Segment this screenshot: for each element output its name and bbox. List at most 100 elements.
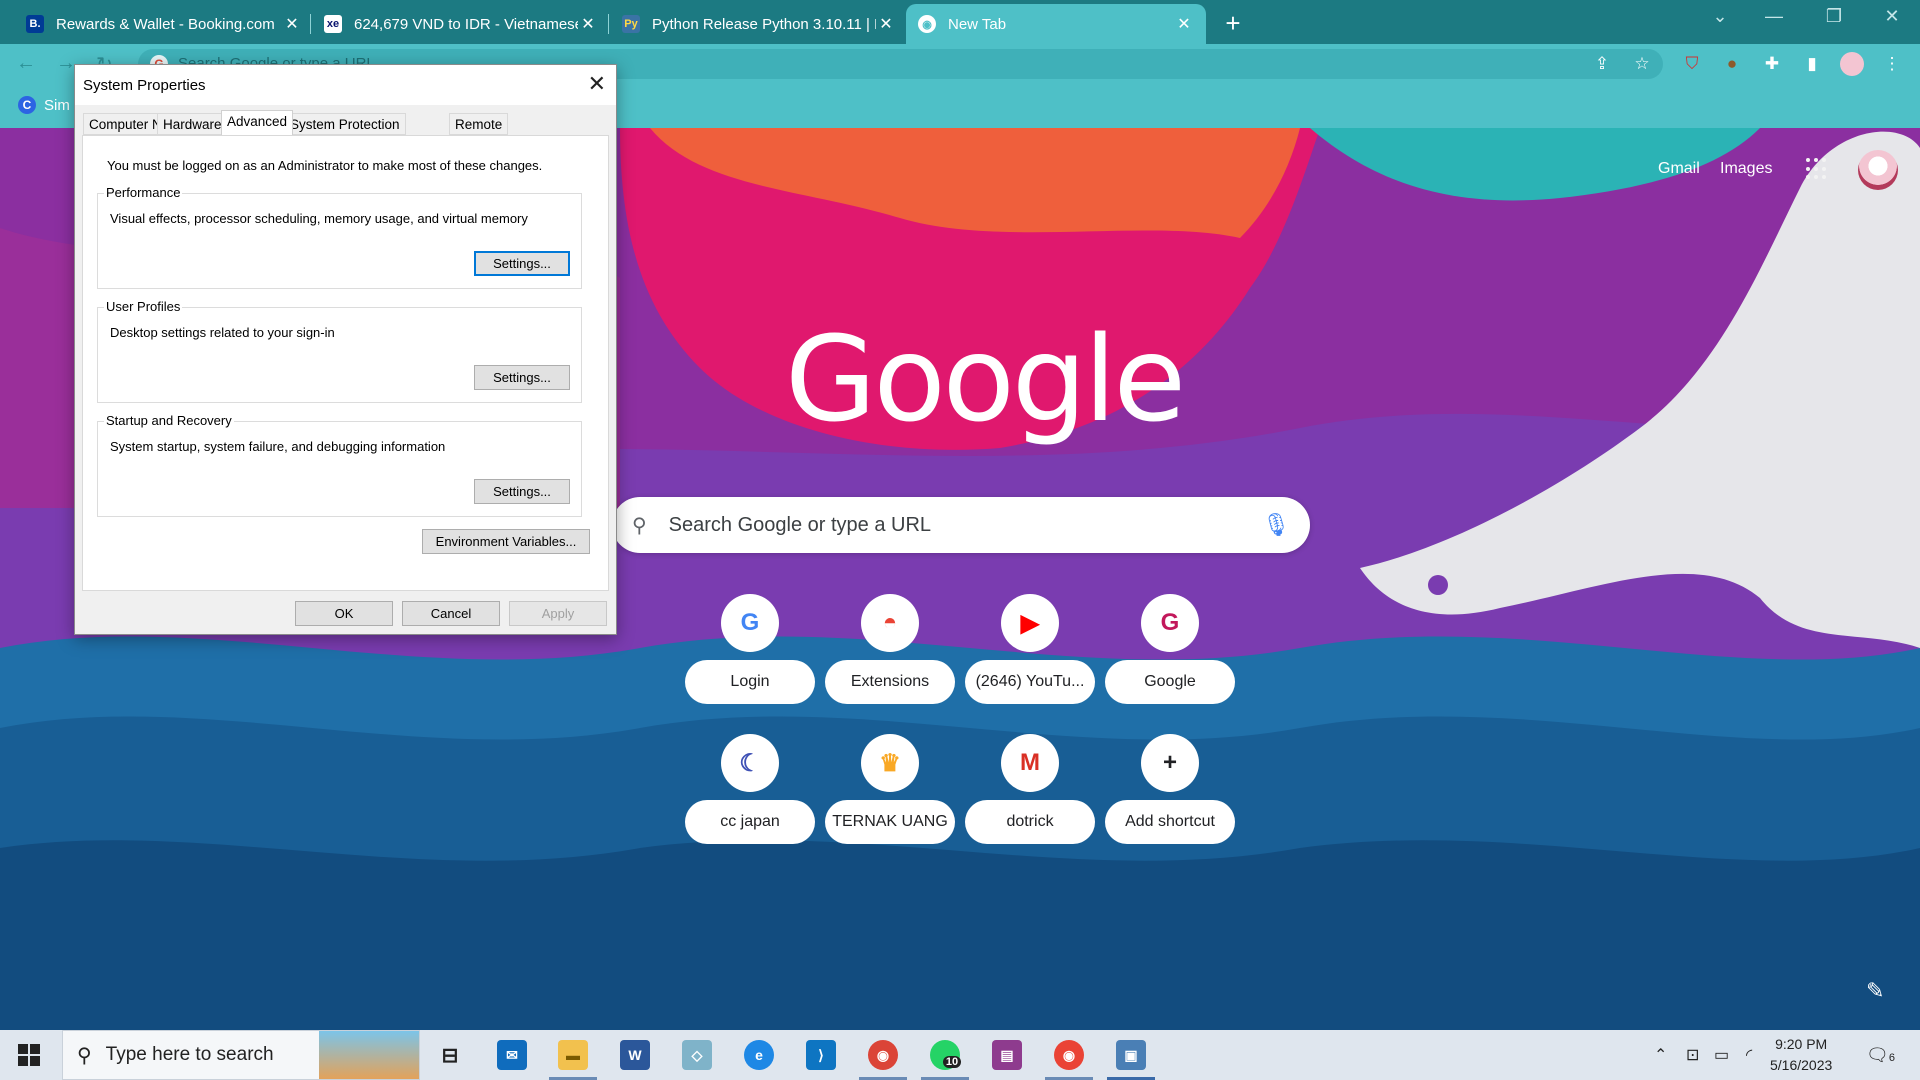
tab-title: Python Release Python 3.10.11 | P [652, 15, 876, 33]
minimize-icon[interactable]: — [1754, 6, 1794, 27]
microphone-icon[interactable]: 🎙 [1262, 512, 1290, 538]
clock[interactable]: 9:20 PM 5/16/2023 [1770, 1034, 1832, 1076]
dialog-title: System Properties [75, 65, 616, 105]
group-legend: User Profiles [104, 299, 183, 314]
python-icon: Py [622, 15, 640, 33]
maximize-icon[interactable]: ❐ [1814, 6, 1854, 27]
tab-new-tab[interactable]: ◉ New Tab ✕ [906, 4, 1206, 44]
shortcut-tile[interactable]: G Google [1105, 594, 1235, 714]
close-icon[interactable]: ✕ [1174, 14, 1194, 34]
bookmark-star-icon[interactable]: ☆ [1630, 52, 1654, 76]
show-hidden-icons[interactable]: ⌃ [1654, 1045, 1667, 1065]
new-tab-button[interactable]: + [1218, 8, 1248, 39]
cancel-button[interactable]: Cancel [402, 601, 500, 626]
tab-search-icon[interactable]: ⌄ [1700, 6, 1740, 27]
battery-icon[interactable]: ▭ [1714, 1045, 1729, 1065]
file-explorer-icon[interactable]: ▬ [558, 1040, 588, 1070]
shortcut-label: Google [1105, 660, 1235, 704]
forward-icon[interactable]: → [56, 52, 76, 75]
side-panel-icon[interactable]: ▮ [1800, 52, 1824, 76]
group-description: System startup, system failure, and debu… [110, 439, 446, 454]
tab-hardware[interactable]: Hardware [157, 113, 228, 135]
system-properties-dialog: System Properties ✕ Computer Name Hardwa… [74, 64, 617, 635]
whatsapp-icon[interactable]: 10 [930, 1040, 962, 1070]
ok-button[interactable]: OK [295, 601, 393, 626]
winrar-icon[interactable]: ▤ [992, 1040, 1022, 1070]
adblock-extension-icon[interactable]: ⛉ [1680, 52, 1704, 76]
tab-booking[interactable]: B. Rewards & Wallet - Booking.com ✕ [14, 4, 314, 44]
tab-advanced[interactable]: Advanced [221, 110, 294, 136]
wifi-icon[interactable]: ◜ [1746, 1045, 1752, 1065]
shortcut-icon: ☾ [721, 734, 779, 792]
shortcut-tile[interactable]: + Add shortcut [1105, 734, 1235, 854]
close-icon[interactable]: ✕ [282, 14, 302, 34]
shortcut-label: Extensions [825, 660, 955, 704]
shortcut-tile[interactable]: ▶ (2646) YouTu... [965, 594, 1095, 714]
apply-button: Apply [509, 601, 607, 626]
shortcut-tile[interactable]: ◓ Extensions [825, 594, 955, 714]
customize-pencil-icon[interactable]: ✎ [1866, 978, 1884, 1004]
tab-title: New Tab [948, 15, 1007, 33]
close-icon[interactable]: ✕ [876, 14, 896, 34]
extensions-puzzle-icon[interactable]: ✚ [1760, 52, 1784, 76]
advanced-panel: You must be logged on as an Administrato… [82, 135, 609, 591]
shortcut-tile[interactable]: G Login [685, 594, 815, 714]
chrome-icon: ◉ [918, 15, 936, 33]
group-description: Desktop settings related to your sign-in [110, 325, 335, 340]
shortcut-tile[interactable]: ☾ cc japan [685, 734, 815, 854]
taskbar-search-box[interactable]: ⚲ Type here to search [62, 1030, 420, 1080]
shortcut-icon: G [1141, 594, 1199, 652]
windows-start-icon[interactable] [18, 1044, 40, 1066]
tab-xe[interactable]: xe 624,679 VND to IDR - Vietnamese ✕ [312, 4, 610, 44]
shortcut-label: TERNAK UANG [825, 800, 955, 844]
tab-remote[interactable]: Remote [449, 113, 509, 135]
windows-taskbar: ⚲ Type here to search ⊟ ✉ ▬ W ◇ e ⟩ ◉ 10… [0, 1030, 1920, 1080]
word-app-icon[interactable]: W [620, 1040, 650, 1070]
tab-system-protection[interactable]: System Protection [284, 113, 406, 135]
shortcut-tile[interactable]: ♛ TERNAK UANG [825, 734, 955, 854]
shortcut-label: dotrick [965, 800, 1095, 844]
shortcut-tile[interactable]: Mdotrick [965, 734, 1095, 854]
performance-group: Performance Visual effects, processor sc… [97, 185, 582, 289]
environment-variables-button[interactable]: Environment Variables... [422, 529, 590, 554]
startup-settings-button[interactable]: Settings... [474, 479, 570, 504]
app-icon[interactable]: ◇ [682, 1040, 712, 1070]
close-icon[interactable]: ✕ [578, 14, 598, 34]
account-avatar[interactable] [1858, 150, 1898, 190]
ntp-search-box[interactable]: ⚲ Search Google or type a URL 🎙 [612, 497, 1310, 553]
task-view-icon[interactable]: ⊟ [435, 1040, 465, 1070]
whatsapp-badge: 10 [942, 1056, 962, 1068]
mail-app-icon[interactable]: ✉ [497, 1040, 527, 1070]
chrome-profile-icon[interactable]: ◉ [1054, 1040, 1084, 1070]
taskbar-search-placeholder: Type here to search [105, 1044, 274, 1065]
tab-python[interactable]: Py Python Release Python 3.10.11 | P ✕ [610, 4, 908, 44]
shortcut-icon: ♛ [861, 734, 919, 792]
gmail-link[interactable]: Gmail [1658, 160, 1700, 178]
bookmark-favicon-icon: C [18, 96, 36, 114]
shortcut-label: Add shortcut [1105, 800, 1235, 844]
group-legend: Startup and Recovery [104, 413, 234, 428]
shortcut-icon: M [1001, 734, 1059, 792]
menu-kebab-icon[interactable]: ⋮ [1880, 52, 1904, 76]
images-link[interactable]: Images [1720, 160, 1772, 178]
performance-settings-button[interactable]: Settings... [474, 251, 570, 276]
tab-title: Rewards & Wallet - Booking.com [56, 15, 275, 33]
edge-browser-icon[interactable]: e [744, 1040, 774, 1070]
window-close-icon[interactable]: ✕ [1872, 6, 1912, 27]
cookie-extension-icon[interactable]: ● [1720, 52, 1744, 76]
share-icon[interactable]: ⇪ [1590, 52, 1614, 76]
dialog-close-icon[interactable]: ✕ [588, 71, 606, 97]
profile-avatar-icon[interactable] [1840, 52, 1864, 76]
system-properties-app-icon[interactable]: ▣ [1116, 1040, 1146, 1070]
device-icon[interactable]: ⊡ [1686, 1045, 1699, 1065]
back-icon[interactable]: ← [16, 52, 36, 75]
vscode-icon[interactable]: ⟩ [806, 1040, 836, 1070]
google-apps-icon[interactable] [1806, 158, 1828, 180]
bookmark-item[interactable]: C Sim [18, 96, 70, 114]
user-profiles-settings-button[interactable]: Settings... [474, 365, 570, 390]
shortcut-label: Login [685, 660, 815, 704]
bookmark-label: Sim [44, 96, 70, 114]
search-highlight-image [319, 1031, 419, 1079]
chrome-app-icon[interactable]: ◉ [868, 1040, 898, 1070]
notification-icon[interactable]: 🗨6 [1866, 1045, 1895, 1066]
